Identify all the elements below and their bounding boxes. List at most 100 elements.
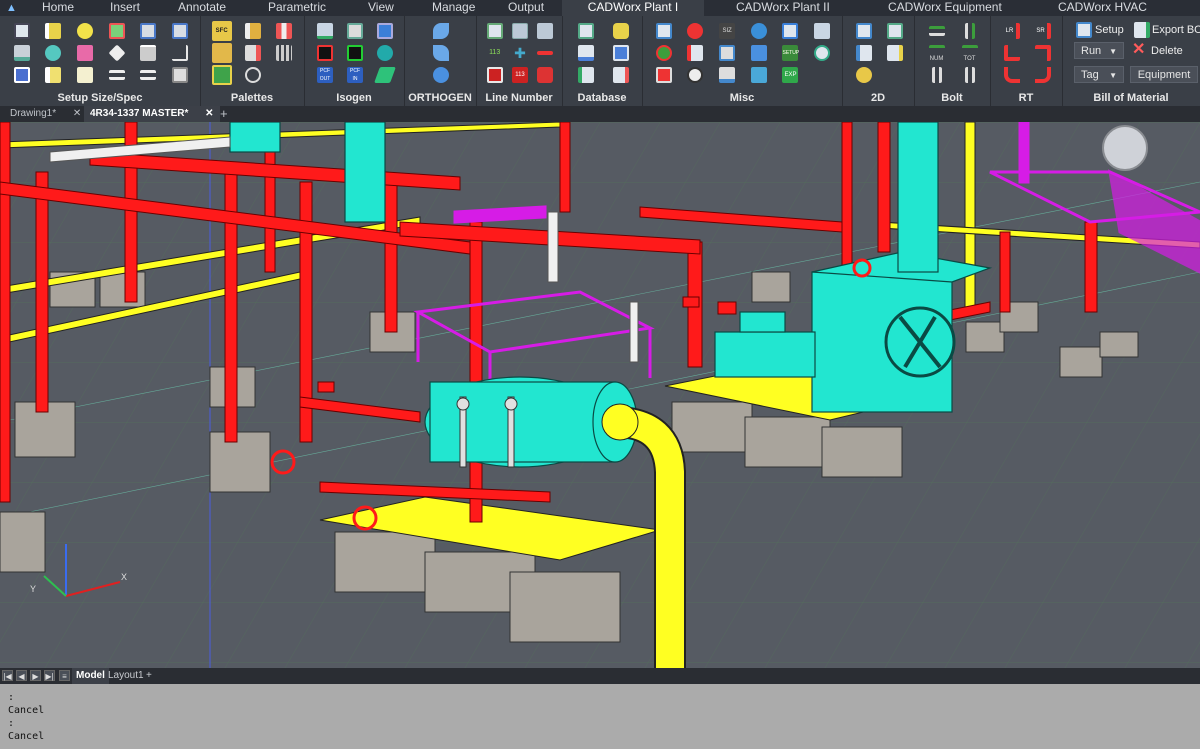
tab-cadworx-hvac[interactable]: CADWorx HVAC <box>1058 0 1147 16</box>
elevation-icon[interactable] <box>13 45 30 61</box>
fitting-palette-icon[interactable] <box>244 23 261 39</box>
orthogen-update-icon[interactable] <box>433 45 449 61</box>
spec-palette-icon[interactable]: SFC <box>211 21 232 41</box>
database-report-icon[interactable] <box>612 67 629 83</box>
misc-properties-icon[interactable] <box>814 23 831 39</box>
isogen-config-icon[interactable] <box>317 23 333 39</box>
misc-view-icon[interactable] <box>655 23 672 39</box>
database-sync-icon[interactable] <box>612 45 629 61</box>
isogen-go-icon[interactable] <box>347 45 363 61</box>
component-view-icon[interactable] <box>172 23 189 39</box>
valve-palette-icon[interactable] <box>276 23 293 39</box>
rt-long-radius-icon[interactable]: LR <box>1004 23 1020 39</box>
save-spec-icon[interactable] <box>13 23 30 39</box>
delete-icon[interactable]: ✕ <box>1132 42 1145 58</box>
line-number-tag-icon[interactable]: 113 <box>511 67 528 83</box>
misc-setup-icon[interactable]: SETUP <box>782 45 799 61</box>
bolt-number-icon[interactable]: NUM <box>928 45 945 62</box>
command-history[interactable]: : Cancel : Cancel <box>0 684 1200 749</box>
flange-palette-icon[interactable] <box>244 45 261 61</box>
line-number-add-icon[interactable]: ✚ <box>512 45 528 61</box>
last-layout-icon[interactable]: ▶| <box>44 670 55 681</box>
tab-cadworx-plant-1[interactable]: CADWorx Plant I <box>562 0 704 16</box>
bolt-total-icon[interactable]: TOT <box>961 45 978 62</box>
line-number-remove-icon[interactable] <box>537 51 554 55</box>
orthogen-settings-icon[interactable] <box>433 67 449 83</box>
misc-connect-icon[interactable] <box>719 45 736 61</box>
bom-equipment-button[interactable]: Equipment <box>1130 66 1198 83</box>
prev-layout-icon[interactable]: ◀ <box>16 670 27 681</box>
spec-editor-icon[interactable] <box>108 23 125 39</box>
insulation-icon[interactable] <box>45 45 62 61</box>
pcf-in-icon[interactable]: PCF IN <box>347 67 363 83</box>
new-tab-icon[interactable]: + <box>214 106 234 122</box>
orthogen-create-icon[interactable] <box>433 23 449 39</box>
twod-view-icon[interactable] <box>855 23 872 39</box>
rt-short-radius-icon[interactable]: SR <box>1035 23 1051 39</box>
bom-setup-icon[interactable] <box>1076 22 1092 38</box>
database-link-icon[interactable] <box>612 23 629 39</box>
misc-continuity-icon[interactable] <box>719 67 736 83</box>
tab-manage[interactable]: Manage <box>432 0 475 16</box>
database-edit-icon[interactable] <box>577 67 594 83</box>
isogen-export-icon[interactable] <box>374 67 396 83</box>
misc-flow-icon[interactable] <box>750 67 767 83</box>
support-palette-icon[interactable] <box>276 45 293 61</box>
bolt-gap-icon[interactable] <box>964 23 975 39</box>
grid-palette-icon[interactable] <box>211 43 232 63</box>
isogen-settings-icon[interactable] <box>377 45 393 61</box>
layout-list-icon[interactable]: ≡ <box>59 670 70 681</box>
twod-elev-icon[interactable] <box>886 45 903 61</box>
doc-tab-drawing1[interactable]: Drawing1* ✕ <box>4 106 87 122</box>
rt-elbow-icon[interactable] <box>1003 45 1020 61</box>
misc-route-icon[interactable] <box>655 45 672 61</box>
bom-tag-dropdown[interactable]: Tag ▼ <box>1074 66 1124 83</box>
bolt-set-icon[interactable] <box>928 26 945 36</box>
line-number-list-icon[interactable] <box>486 23 503 39</box>
tool-palette-icon[interactable] <box>211 65 232 85</box>
line-mode-icon[interactable] <box>45 67 62 83</box>
misc-component-icon[interactable] <box>687 45 704 61</box>
misc-export-icon[interactable]: EXP <box>782 67 799 83</box>
spec-check-icon[interactable] <box>13 67 30 83</box>
model-viewport[interactable]: X Y <box>0 122 1200 668</box>
bom-setup-button[interactable]: Setup <box>1095 24 1124 36</box>
doc-tab-master[interactable]: 4R34-1337 MASTER* ✕ <box>84 106 220 122</box>
line-number-clear-icon[interactable] <box>537 67 554 83</box>
add-layout-icon[interactable]: + <box>142 668 156 684</box>
bom-run-dropdown[interactable]: Run ▼ <box>1074 42 1124 59</box>
rotate-icon[interactable] <box>108 44 126 62</box>
misc-align-icon[interactable] <box>750 45 767 61</box>
tab-cadworx-equipment[interactable]: CADWorx Equipment <box>888 0 1002 16</box>
application-menu-icon[interactable]: ▲ <box>6 2 18 14</box>
close-icon[interactable]: ✕ <box>205 108 213 119</box>
misc-target-icon[interactable] <box>814 45 831 61</box>
close-icon[interactable]: ✕ <box>73 108 81 119</box>
tab-annotate[interactable]: Annotate <box>178 0 226 16</box>
color-icon[interactable] <box>77 45 94 61</box>
single-line-icon[interactable] <box>140 70 157 80</box>
rt-bend-icon[interactable] <box>1034 45 1051 61</box>
line-number-table-icon[interactable] <box>511 23 528 39</box>
line-number-view-icon[interactable] <box>537 23 554 39</box>
tab-cadworx-plant-2[interactable]: CADWorx Plant II <box>736 0 830 16</box>
bom-export-button[interactable]: Export BOM <box>1152 24 1200 36</box>
misc-valve-icon[interactable] <box>687 23 704 39</box>
rt-route-icon[interactable] <box>1003 67 1020 83</box>
double-line-icon[interactable] <box>108 70 125 80</box>
pcf-out-icon[interactable]: PCF OUT <box>317 67 333 83</box>
twod-search-icon[interactable] <box>855 67 872 83</box>
bolt-update-icon[interactable] <box>964 67 975 83</box>
navigation-orb-icon[interactable] <box>1102 125 1148 171</box>
database-setup-icon[interactable] <box>577 23 594 39</box>
bom-export-icon[interactable] <box>1134 22 1150 38</box>
pipe-size-icon[interactable] <box>45 23 62 39</box>
tab-parametric[interactable]: Parametric <box>268 0 326 16</box>
isogen-view-icon[interactable] <box>377 23 393 39</box>
tab-home[interactable]: Home <box>42 0 74 16</box>
bolt-length-icon[interactable] <box>931 67 942 83</box>
line-number-assign-icon[interactable] <box>486 67 503 83</box>
spec-icon[interactable] <box>77 23 94 39</box>
misc-document-icon[interactable] <box>782 23 799 39</box>
tab-view[interactable]: View <box>368 0 394 16</box>
